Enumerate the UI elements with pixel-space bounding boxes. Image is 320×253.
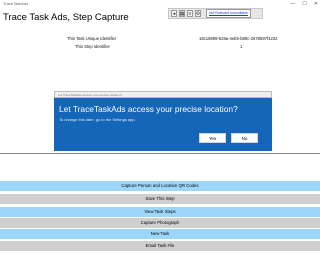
save-step-button[interactable]: Save This Step <box>0 194 320 204</box>
window-titlebar: TraceTaskAds — ☐ ✕ <box>0 0 320 8</box>
email-task-file-button[interactable]: Email Task File <box>0 241 320 251</box>
minimize-button[interactable]: — <box>290 0 295 8</box>
list-icon[interactable]: ≡ <box>187 10 193 17</box>
close-button[interactable]: ✕ <box>314 0 318 8</box>
window-title: TraceTaskAds <box>3 1 29 6</box>
task-id-label: This Task Unique Identifier <box>67 36 117 41</box>
settings-icon[interactable]: ⚙ <box>195 10 201 17</box>
window-controls: — ☐ ✕ <box>290 0 318 8</box>
new-task-button[interactable]: New Task <box>0 229 320 239</box>
capture-qr-codes-button[interactable]: Capture Person and Location QR Codes <box>0 181 320 191</box>
step-id-value: 1 <box>240 44 243 49</box>
grid-icon[interactable]: ▦ <box>179 10 185 17</box>
dialog-title: Let TraceTaskAds access your precise loc… <box>59 104 238 114</box>
view-task-steps-button[interactable]: View Task Steps <box>0 207 320 217</box>
dialog-titlebar: Let TraceTaskAds access your precise loc… <box>54 91 272 98</box>
command-toolbar: ◂ ▦ ≡ ⚙ Not Relevant unavailable <box>168 8 263 19</box>
yes-button[interactable]: Yes <box>199 133 226 143</box>
page-title: Trace Task Ads, Step Capture <box>3 12 129 23</box>
divider <box>0 153 320 154</box>
back-icon[interactable]: ◂ <box>171 10 177 17</box>
location-status-link[interactable]: Not Relevant unavailable <box>206 9 251 18</box>
capture-photograph-button[interactable]: Capture Photograph <box>0 218 320 228</box>
no-button[interactable]: No <box>231 133 258 143</box>
dialog-message: To change this later, go to the Settings… <box>59 117 136 122</box>
maximize-button[interactable]: ☐ <box>302 0 306 8</box>
task-id-value: 18c16999-528a-4eb5-b89c-2678597f4232 <box>199 36 278 41</box>
step-id-label: This Step Identifier <box>75 44 110 49</box>
